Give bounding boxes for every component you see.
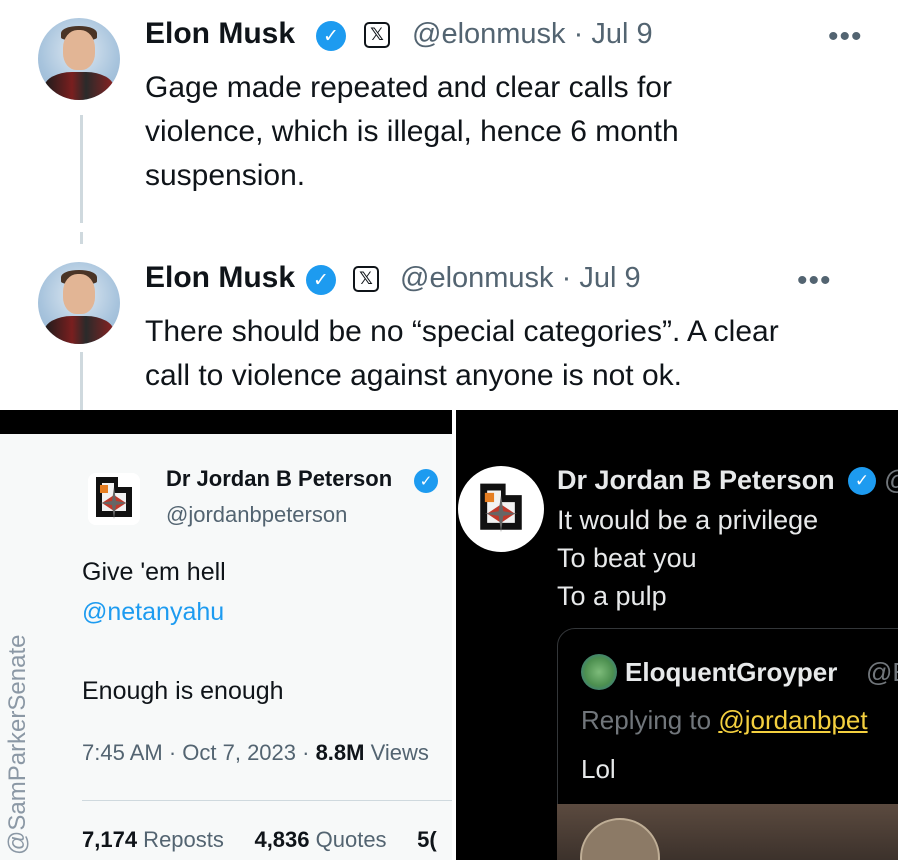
jbp-logo-icon	[480, 483, 522, 533]
thread-connector	[80, 232, 83, 244]
reposts-label[interactable]: Reposts	[137, 827, 224, 852]
quoted-tweet-text: Lol	[581, 754, 616, 784]
tweet-text-line: suspension.	[145, 159, 306, 192]
avatar[interactable]	[458, 466, 544, 552]
replying-to-link[interactable]: @jordanbpet	[718, 705, 867, 735]
author-name[interactable]: Elon Musk	[145, 261, 295, 295]
x-affiliation-icon: 𝕏	[353, 266, 379, 292]
author-handle[interactable]: @jordanbpeterson	[166, 502, 347, 528]
tweet-text-line: call to violence against anyone is not o…	[145, 359, 682, 392]
replying-to: Replying to @jordanbpet	[581, 705, 868, 736]
tweet-text-line: It would be a privilege	[557, 505, 819, 535]
tweet-text-line: Give 'em hell	[82, 558, 226, 586]
quotes-count[interactable]: 4,836	[254, 827, 309, 852]
x-affiliation-icon: 𝕏	[364, 22, 390, 48]
jbp-logo-icon	[88, 473, 140, 525]
more-options-icon[interactable]: •••	[797, 266, 832, 296]
more-options-icon[interactable]: •••	[828, 22, 863, 52]
tweet-text-line: Gage made repeated and clear calls for	[145, 71, 672, 104]
engagement-stats: 7,174 Reposts 4,836 Quotes 5(	[82, 827, 454, 853]
elon-thread: Elon Musk ✓ 𝕏 @elonmusk · Jul 9 ••• Gage…	[0, 0, 900, 414]
author-name[interactable]: Dr Jordan B Peterson	[166, 466, 392, 492]
separator	[82, 800, 452, 801]
watermark: @SamParkerSenate	[4, 634, 31, 855]
verified-badge-icon: ✓	[316, 21, 346, 51]
tweet-text-line: Enough is enough	[82, 677, 284, 705]
quoted-author-name[interactable]: EloquentGroyper	[625, 657, 837, 688]
quoted-author-handle-partial[interactable]: @E	[866, 657, 900, 688]
avatar[interactable]	[581, 654, 617, 690]
quotes-label[interactable]: Quotes	[310, 827, 387, 852]
left-tweet-panel	[0, 434, 452, 860]
reposts-count[interactable]: 7,174	[82, 827, 137, 852]
verified-badge-icon: ✓	[848, 467, 876, 495]
avatar[interactable]	[88, 473, 140, 525]
tweet-text-line: There should be no “special categories”.…	[145, 315, 779, 348]
thread-connector	[80, 115, 83, 223]
views-label: Views	[364, 740, 429, 765]
panel-gap	[452, 410, 456, 860]
author-handle-date[interactable]: @elonmusk · Jul 9	[400, 262, 641, 295]
likes-count-partial[interactable]: 5(	[417, 827, 437, 852]
avatar[interactable]	[38, 18, 120, 100]
mention-link[interactable]: @netanyahu	[82, 598, 224, 627]
author-name[interactable]: Dr Jordan B Peterson	[557, 465, 835, 496]
thread-connector	[80, 352, 83, 412]
timestamp[interactable]: 7:45 AM · Oct 7, 2023 ·	[82, 740, 316, 765]
tweet-text: There should be no “special categories”.…	[145, 310, 779, 398]
tweet-text: Gage made repeated and clear calls for v…	[145, 66, 679, 198]
tweet-text-line: To a pulp	[557, 581, 667, 611]
verified-badge-icon: ✓	[414, 469, 438, 493]
replying-prefix: Replying to	[581, 705, 719, 735]
views-count: 8.8M	[315, 740, 365, 765]
verified-badge-icon: ✓	[306, 265, 336, 295]
avatar[interactable]	[38, 262, 120, 344]
tweet-meta: 7:45 AM · Oct 7, 2023 · 8.8M Views	[82, 740, 454, 766]
author-name[interactable]: Elon Musk	[145, 17, 295, 51]
tweet-text-line: violence, which is illegal, hence 6 mont…	[145, 115, 679, 148]
tweet-text-line: To beat you	[557, 543, 697, 573]
author-handle-date[interactable]: @elonmusk · Jul 9	[412, 18, 653, 51]
